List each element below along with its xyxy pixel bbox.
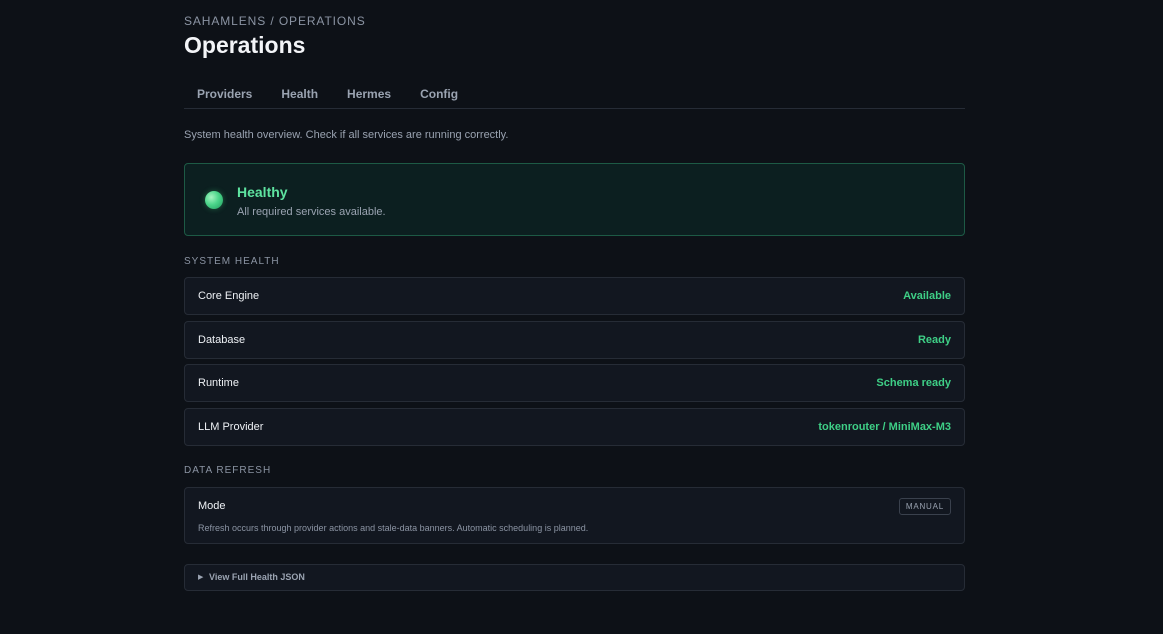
mode-badge: MANUAL bbox=[898, 498, 951, 515]
row-label: Core Engine bbox=[198, 290, 260, 302]
tab-bar: Providers Health Hermes Config bbox=[184, 80, 965, 109]
status-dot-icon bbox=[205, 191, 223, 209]
health-row-llm-provider: LLM Provider tokenrouter / MiniMax-M3 bbox=[184, 408, 965, 446]
tab-providers[interactable]: Providers bbox=[197, 80, 252, 108]
mode-description: Refresh occurs through provider actions … bbox=[198, 523, 589, 533]
row-status: tokenrouter / MiniMax-M3 bbox=[818, 421, 951, 433]
mode-title: Mode bbox=[198, 500, 226, 512]
json-toggle-label: View Full Health JSON bbox=[209, 572, 305, 582]
view-health-json-toggle[interactable]: ▶ View Full Health JSON bbox=[184, 564, 965, 591]
tab-config[interactable]: Config bbox=[420, 80, 458, 108]
intro-text: System health overview. Check if all ser… bbox=[184, 129, 509, 141]
status-title: Healthy bbox=[237, 184, 288, 200]
page-title: Operations bbox=[184, 32, 306, 58]
health-row-runtime: Runtime Schema ready bbox=[184, 364, 965, 402]
tab-health[interactable]: Health bbox=[281, 80, 318, 108]
caret-right-icon: ▶ bbox=[198, 574, 204, 581]
row-label: LLM Provider bbox=[198, 421, 264, 433]
status-subtitle: All required services available. bbox=[237, 206, 386, 218]
section-label-data-refresh: DATA REFRESH bbox=[184, 465, 272, 476]
row-status: Schema ready bbox=[876, 377, 951, 389]
health-status-card: Healthy All required services available. bbox=[184, 163, 965, 236]
health-row-database: Database Ready bbox=[184, 321, 965, 359]
section-label-system-health: SYSTEM HEALTH bbox=[184, 256, 280, 267]
tab-hermes[interactable]: Hermes bbox=[347, 80, 391, 108]
row-label: Database bbox=[198, 334, 246, 346]
row-status: Available bbox=[903, 290, 951, 302]
breadcrumb: SAHAMLENS / OPERATIONS bbox=[184, 14, 366, 28]
health-row-core-engine: Core Engine Available bbox=[184, 277, 965, 315]
row-status: Ready bbox=[917, 334, 951, 346]
row-label: Runtime bbox=[198, 377, 239, 389]
refresh-mode-card: Mode MANUAL Refresh occurs through provi… bbox=[184, 487, 965, 544]
